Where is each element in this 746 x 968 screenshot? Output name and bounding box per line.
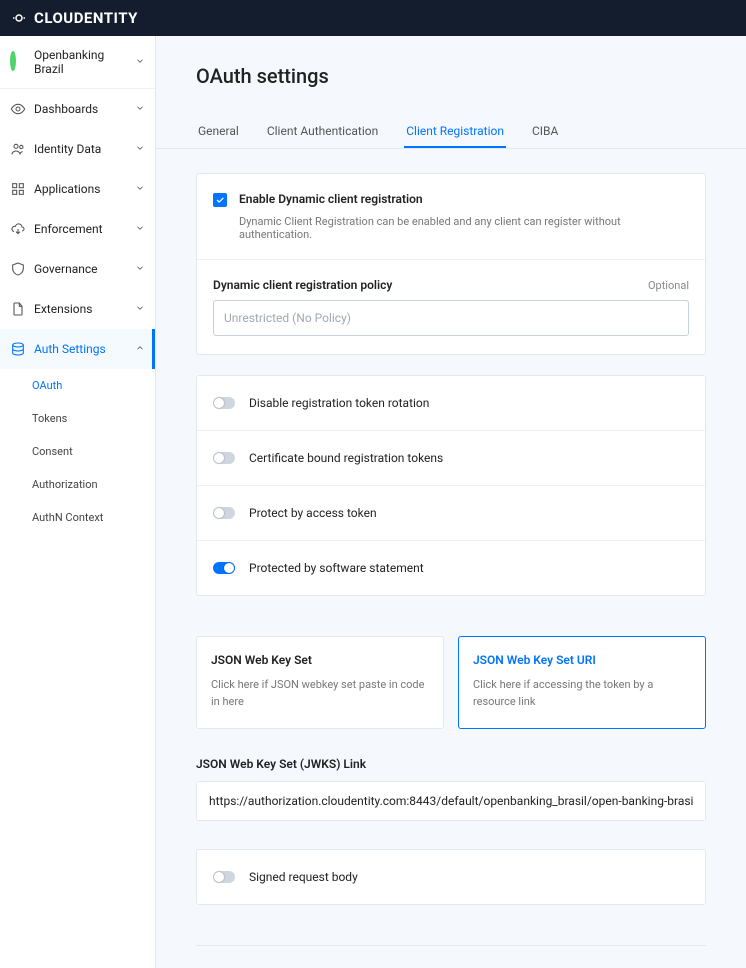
chevron-down-icon — [135, 222, 145, 236]
policy-input[interactable] — [213, 300, 689, 336]
chevron-down-icon — [135, 55, 145, 69]
jwks-link-field: JSON Web Key Set (JWKS) Link — [196, 757, 706, 821]
tab-client-registration[interactable]: Client Registration — [404, 116, 506, 148]
sidebar-item-label: Extensions — [34, 302, 92, 316]
sub-item-authn-context[interactable]: AuthN Context — [0, 501, 155, 534]
logo-icon — [10, 9, 28, 27]
tab-client-authentication[interactable]: Client Authentication — [265, 116, 380, 148]
main-content: OAuth settings General Client Authentica… — [156, 36, 746, 968]
grid-icon — [10, 181, 26, 197]
toggle-signed-body[interactable] — [213, 871, 235, 883]
option-desc: Click here if accessing the token by a r… — [473, 677, 691, 710]
chevron-down-icon — [135, 102, 145, 116]
toggle-label: Protect by access token — [249, 506, 377, 520]
toggle-cert-bound[interactable] — [213, 452, 235, 464]
sidebar-item-identity-data[interactable]: Identity Data — [0, 129, 155, 169]
policy-tag: Optional — [648, 279, 689, 292]
check-icon — [215, 195, 225, 205]
option-desc: Click here if JSON webkey set paste in c… — [211, 677, 429, 710]
sidebar-item-governance[interactable]: Governance — [0, 249, 155, 289]
option-title: JSON Web Key Set URI — [473, 653, 691, 667]
toggle-row-cert-bound: Certificate bound registration tokens — [197, 431, 705, 486]
option-jwks-uri[interactable]: JSON Web Key Set URI Click here if acces… — [458, 636, 706, 729]
jwks-link-input[interactable] — [197, 782, 705, 820]
file-icon — [10, 301, 26, 317]
shield-icon — [10, 261, 26, 277]
chevron-down-icon — [135, 302, 145, 316]
sidebar-item-label: Applications — [34, 182, 100, 196]
topbar: CLOUDENTITY — [0, 0, 746, 36]
sub-item-consent[interactable]: Consent — [0, 435, 155, 468]
brand-logo: CLOUDENTITY — [10, 9, 138, 27]
workspace-label: Openbanking Brazil — [34, 48, 135, 76]
sidebar-item-enforcement[interactable]: Enforcement — [0, 209, 155, 249]
chevron-up-icon — [135, 342, 145, 356]
toggle-software-statement[interactable] — [213, 562, 235, 574]
dcr-card: Enable Dynamic client registration Dynam… — [196, 173, 706, 355]
jwks-option-group: JSON Web Key Set Click here if JSON webk… — [196, 636, 706, 729]
sub-item-authorization[interactable]: Authorization — [0, 468, 155, 501]
enable-dcr-checkbox[interactable] — [213, 193, 227, 207]
sidebar-item-label: Enforcement — [34, 222, 103, 236]
toggle-row-software-statement: Protected by software statement — [197, 541, 705, 595]
toggle-label: Signed request body — [249, 870, 358, 884]
option-title: JSON Web Key Set — [211, 653, 429, 667]
sidebar-item-dashboards[interactable]: Dashboards — [0, 89, 155, 129]
toggle-label: Certificate bound registration tokens — [249, 451, 443, 465]
option-jwks-inline[interactable]: JSON Web Key Set Click here if JSON webk… — [196, 636, 444, 729]
sub-item-oauth[interactable]: OAuth — [0, 369, 155, 402]
jwks-link-label: JSON Web Key Set (JWKS) Link — [196, 757, 706, 771]
card-footer: Save changes — [196, 945, 706, 968]
toggle-label: Disable registration token rotation — [249, 396, 429, 410]
workspace-selector[interactable]: Openbanking Brazil — [0, 36, 155, 89]
enable-dcr-desc: Dynamic Client Registration can be enabl… — [239, 215, 689, 241]
chevron-down-icon — [135, 142, 145, 156]
enable-dcr-label: Enable Dynamic client registration — [239, 192, 423, 206]
sidebar-item-applications[interactable]: Applications — [0, 169, 155, 209]
sub-item-tokens[interactable]: Tokens — [0, 402, 155, 435]
page-title: OAuth settings — [156, 36, 746, 116]
sidebar-item-auth-settings[interactable]: Auth Settings — [0, 329, 155, 369]
server-icon — [10, 341, 26, 357]
sidebar: Openbanking Brazil Dashboards Identity D… — [0, 36, 156, 968]
signed-body-section: Signed request body — [196, 849, 706, 905]
tab-ciba[interactable]: CIBA — [530, 116, 560, 148]
toggle-protect-access-token[interactable] — [213, 507, 235, 519]
toggle-row-protect-access-token: Protect by access token — [197, 486, 705, 541]
sidebar-item-label: Governance — [34, 262, 98, 276]
toggle-disable-rotation[interactable] — [213, 397, 235, 409]
sidebar-item-label: Dashboards — [34, 102, 98, 116]
sidebar-item-label: Auth Settings — [34, 342, 106, 356]
policy-label: Dynamic client registration policy — [213, 278, 392, 292]
cloud-icon — [10, 221, 26, 237]
users-icon — [10, 141, 26, 157]
toggles-section: Disable registration token rotation Cert… — [196, 375, 706, 596]
tabs: General Client Authentication Client Reg… — [156, 116, 746, 149]
chevron-down-icon — [135, 182, 145, 196]
sidebar-item-label: Identity Data — [34, 142, 101, 156]
chevron-down-icon — [135, 262, 145, 276]
workspace-icon — [10, 54, 26, 70]
toggle-row-disable-rotation: Disable registration token rotation — [197, 376, 705, 431]
sidebar-item-extensions[interactable]: Extensions — [0, 289, 155, 329]
tab-general[interactable]: General — [196, 116, 241, 148]
eye-icon — [10, 101, 26, 117]
brand-name: CLOUDENTITY — [34, 9, 138, 27]
toggle-label: Protected by software statement — [249, 561, 424, 575]
